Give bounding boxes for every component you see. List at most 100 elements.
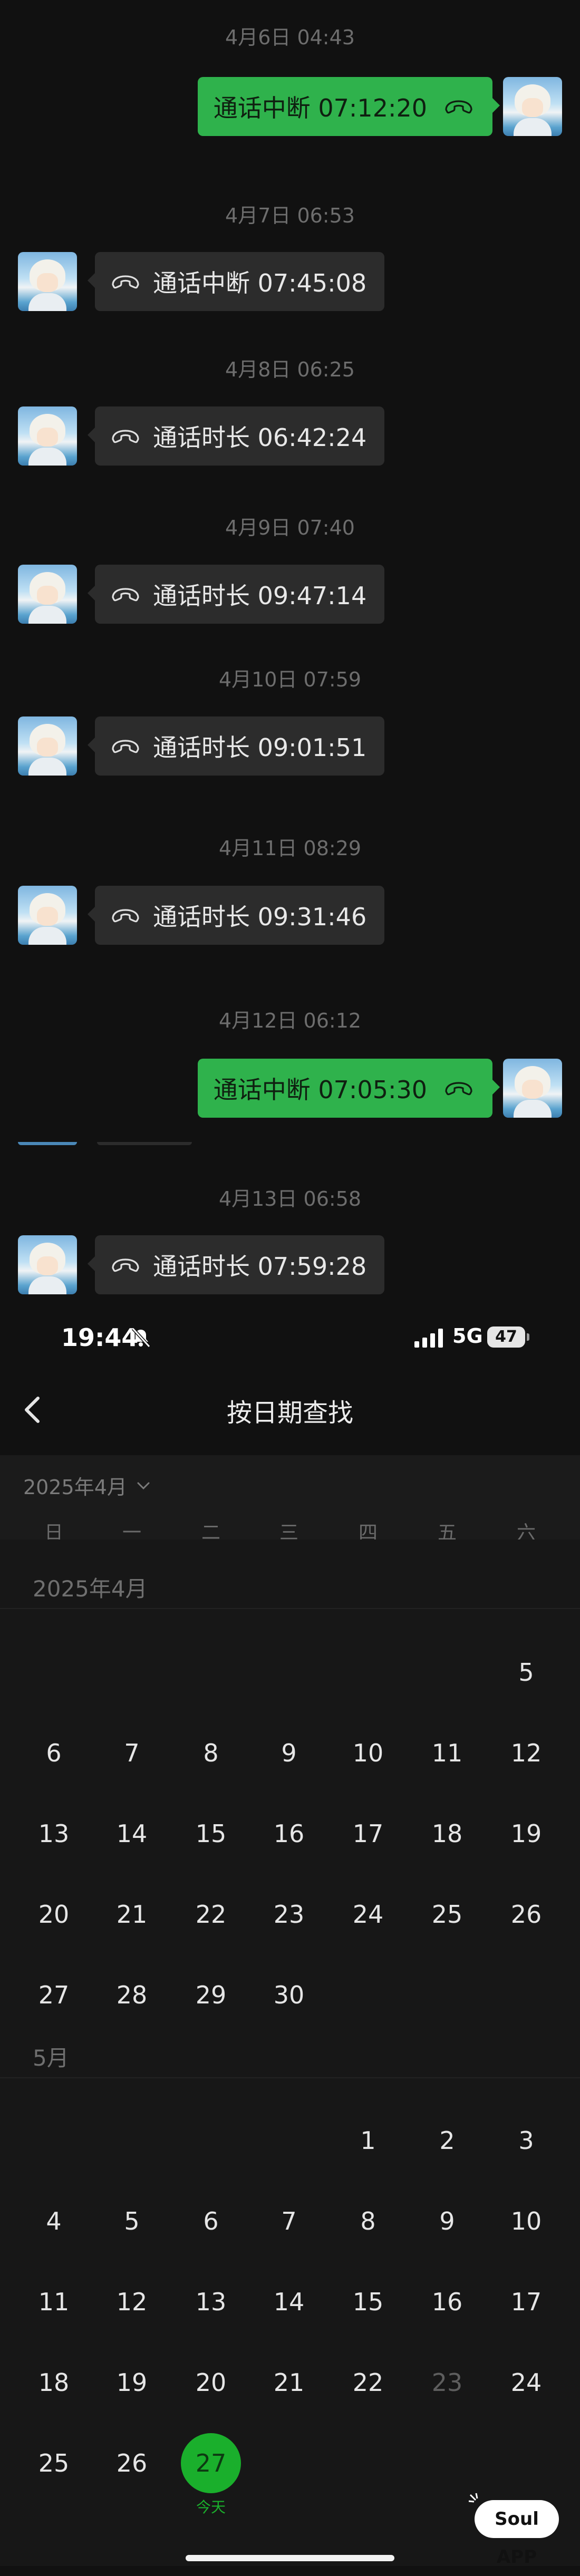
calendar-day[interactable]: 7 [257, 2195, 321, 2248]
signal-bars-icon [414, 1329, 445, 1348]
calendar-day[interactable]: 7 [100, 1727, 163, 1779]
calendar-day[interactable]: 22 [179, 1888, 243, 1941]
month-bar: 2025年4月 日一二三四五六 [0, 1455, 580, 1544]
calendar-day-today[interactable]: 27 [181, 2433, 241, 2493]
calendar-day[interactable]: 16 [257, 1807, 321, 1860]
weekday-header: 日一二三四五六 [0, 1517, 580, 1544]
calendar-day[interactable]: 19 [495, 1807, 558, 1860]
message-timestamp: 4月12日 06:12 [218, 1009, 362, 1032]
calendar-day[interactable]: 8 [179, 1727, 243, 1779]
today-caption: 今天 [196, 2498, 226, 2516]
calendar-day[interactable]: 3 [495, 2114, 558, 2167]
home-indicator[interactable] [186, 2555, 394, 2561]
calendar-day[interactable]: 13 [22, 1807, 85, 1860]
chevron-down-icon [137, 1482, 150, 1489]
avatar[interactable] [18, 886, 77, 945]
calendar-day[interactable]: 6 [179, 2195, 243, 2248]
phone-handset-icon [110, 425, 141, 447]
calendar-day[interactable]: 9 [257, 1727, 321, 1779]
call-record-text: 通话中断 07:12:20 [213, 94, 427, 122]
calendar-day[interactable]: 9 [415, 2195, 479, 2248]
calendar-day[interactable]: 5 [495, 1646, 558, 1699]
avatar[interactable] [18, 1235, 77, 1294]
avatar[interactable] [503, 77, 562, 136]
call-record-bubble[interactable]: 通话中断 07:05:30 [197, 1059, 500, 1118]
calendar-day[interactable]: 4 [22, 2195, 85, 2248]
calendar-day[interactable]: 18 [415, 1807, 479, 1860]
calendar-day[interactable]: 27 [22, 1969, 85, 2021]
status-bar: 19:44 5G 47 [0, 1308, 580, 1366]
avatar[interactable] [18, 565, 77, 624]
network-type: 5G [452, 1324, 483, 1348]
calendar-day[interactable]: 5 [100, 2195, 163, 2248]
calendar-day[interactable]: 13 [179, 2275, 243, 2328]
calendar-day[interactable]: 16 [415, 2275, 479, 2328]
month-section-label: 5月 [33, 2045, 69, 2071]
call-record-bubble[interactable]: 通话时长 07:59:28 [87, 1235, 385, 1294]
call-record-text: 通话中断 07:45:08 [153, 269, 367, 297]
call-record-text: 通话时长 09:31:46 [153, 903, 367, 931]
message-timestamp: 4月7日 06:53 [225, 204, 355, 227]
month-dropdown[interactable]: 2025年4月 [23, 1471, 150, 1500]
avatar[interactable] [18, 252, 77, 311]
calendar-day[interactable]: 25 [22, 2437, 85, 2490]
calendar-day[interactable]: 15 [336, 2275, 400, 2328]
calendar-day[interactable]: 21 [257, 2356, 321, 2409]
calendar-day[interactable]: 26 [495, 1888, 558, 1941]
calendar-day[interactable]: 20 [22, 1888, 85, 1941]
calendar-day[interactable]: 25 [415, 1888, 479, 1941]
call-record-bubble[interactable]: 通话时长 09:01:51 [87, 716, 385, 776]
calendar-day[interactable]: 23 [257, 1888, 321, 1941]
partially-hidden-message [18, 1142, 192, 1145]
calendar-day[interactable]: 24 [495, 2356, 558, 2409]
message-timestamp: 4月13日 06:58 [218, 1187, 362, 1210]
call-record-text: 通话时长 06:42:24 [153, 423, 367, 452]
calendar-day[interactable]: 12 [495, 1727, 558, 1779]
calendar-day[interactable]: 28 [100, 1969, 163, 2021]
calendar-day[interactable]: 14 [257, 2275, 321, 2328]
phone-handset-icon [443, 96, 475, 117]
call-record-bubble[interactable]: 通话时长 06:42:24 [87, 406, 385, 466]
calendar-day[interactable]: 21 [100, 1888, 163, 1941]
phone-handset-icon [110, 905, 141, 926]
calendar-day[interactable]: 8 [336, 2195, 400, 2248]
calendar-day[interactable]: 23 [415, 2356, 479, 2409]
calendar-day[interactable]: 17 [336, 1807, 400, 1860]
calendar-day[interactable]: 19 [100, 2356, 163, 2409]
calendar-day[interactable]: 10 [336, 1727, 400, 1779]
phone-handset-icon [110, 271, 141, 292]
message-timestamp: 4月9日 07:40 [225, 516, 355, 539]
call-record-bubble[interactable]: 通话时长 09:31:46 [87, 886, 385, 945]
calendar-day[interactable]: 10 [495, 2195, 558, 2248]
calendar-day[interactable]: 30 [257, 1969, 321, 2021]
message-timestamp: 4月11日 08:29 [218, 837, 362, 860]
call-record-bubble[interactable]: 通话中断 07:12:20 [197, 77, 500, 136]
calendar-day[interactable]: 26 [100, 2437, 163, 2490]
status-time: 19:44 [61, 1323, 139, 1352]
page-title: 按日期查找 [226, 1398, 353, 1428]
avatar[interactable] [18, 716, 77, 776]
calendar-day[interactable]: 29 [179, 1969, 243, 2021]
calendar-day[interactable]: 6 [22, 1727, 85, 1779]
calendar-day[interactable]: 18 [22, 2356, 85, 2409]
calendar-day[interactable]: 1 [336, 2114, 400, 2167]
calendar-day[interactable]: 24 [336, 1888, 400, 1941]
bell-slash-icon [130, 1326, 152, 1349]
call-record-text: 通话时长 07:59:28 [153, 1252, 367, 1281]
call-record-bubble[interactable]: 通话时长 09:47:14 [87, 565, 385, 624]
calendar-day[interactable]: 20 [179, 2356, 243, 2409]
chat-history: 4月6日 04:43 通话中断 07:12:20 4月7日 06:53 通话中断 07… [0, 0, 580, 1308]
calendar-day[interactable]: 11 [22, 2275, 85, 2328]
calendar-day[interactable]: 22 [336, 2356, 400, 2409]
calendar-day[interactable]: 2 [415, 2114, 479, 2167]
phone-handset-icon [110, 1254, 141, 1275]
calendar-day[interactable]: 17 [495, 2275, 558, 2328]
avatar[interactable] [503, 1059, 562, 1118]
month-dropdown-value: 2025年4月 [23, 1476, 127, 1499]
calendar-day[interactable]: 12 [100, 2275, 163, 2328]
calendar-day[interactable]: 11 [415, 1727, 479, 1779]
calendar-day[interactable]: 14 [100, 1807, 163, 1860]
avatar[interactable] [18, 406, 77, 466]
calendar-day[interactable]: 15 [179, 1807, 243, 1860]
call-record-bubble[interactable]: 通话中断 07:45:08 [87, 252, 385, 311]
